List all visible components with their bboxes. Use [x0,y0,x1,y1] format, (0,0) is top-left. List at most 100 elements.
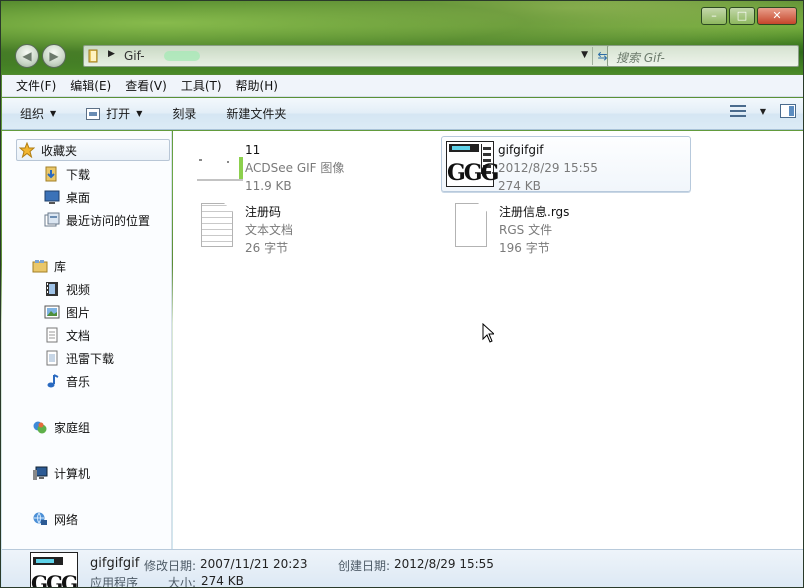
file-item-selected[interactable]: GGG gifgifgif 2012/8/29 15:55 274 KB [441,136,691,193]
menu-help[interactable]: 帮助(H) [236,77,278,94]
nav-favorites[interactable]: 收藏夹 [16,139,170,161]
address-bar[interactable]: ▶ Gif- ▼ ⇆ [83,45,615,67]
navigation-row: ◀ ▶ ▶ Gif- ▼ ⇆ 搜索 Gif- [15,43,799,69]
nav-thunder-downloads[interactable]: 迅雷下载 [2,347,172,369]
music-note-icon [44,373,60,389]
burn-button[interactable]: 刻录 [172,105,196,122]
navigation-pane: 收藏夹 下载 桌面 最近访问的位置 库 视频 图片 文档 迅雷下载 音乐 家庭组… [2,131,172,549]
explorer-window: – □ ✕ ◀ ▶ ▶ Gif- ▼ ⇆ 搜索 Gif- 文件(F) 编辑(E)… [0,0,804,588]
thunder-download-icon [44,350,60,366]
downloads-folder-icon [44,166,60,182]
open-label: 打开 [106,107,131,121]
nav-network[interactable]: 网络 [2,508,172,530]
maximize-button[interactable]: □ [729,7,755,25]
app-thumbnail: GGG [442,137,499,189]
recent-places-icon [44,212,60,228]
details-created-value: 2012/8/29 15:55 [394,557,494,571]
forward-button[interactable]: ▶ [42,44,66,68]
nav-recent[interactable]: 最近访问的位置 [2,209,172,231]
new-folder-button[interactable]: 新建文件夹 [226,105,286,122]
burn-label: 刻录 [172,107,197,121]
views-dropdown-icon[interactable]: ▼ [760,107,766,116]
breadcrumb-chevron-icon[interactable]: ▶ [108,49,115,59]
file-type: ACDSee GIF 图像 [245,161,345,175]
star-icon [18,141,36,159]
network-icon [32,511,48,527]
preview-pane-icon[interactable] [780,104,796,118]
menu-view[interactable]: 查看(V) [125,77,167,94]
file-date: 2012/8/29 15:55 [498,161,598,175]
menu-file[interactable]: 文件(F) [16,77,56,94]
menu-edit[interactable]: 编辑(E) [70,77,111,94]
open-button[interactable]: 打开 ▼ [86,105,142,122]
nav-computer[interactable]: 计算机 [2,462,172,484]
file-size: 11.9 KB [245,179,292,193]
nav-computer-label: 计算机 [54,466,91,481]
nav-network-label: 网络 [54,512,79,527]
gif-thumbnail [189,137,243,189]
menu-tools[interactable]: 工具(T) [181,77,222,94]
nav-desktop-label: 桌面 [66,190,91,205]
file-type: 文本文档 [245,223,294,237]
search-placeholder: 搜索 Gif- [616,51,665,65]
nav-music[interactable]: 音乐 [2,370,172,392]
close-button[interactable]: ✕ [757,7,797,25]
file-item[interactable]: 11 ACDSee GIF 图像 11.9 KB [189,137,409,193]
details-modified-value: 2007/11/21 20:23 [200,557,308,571]
text-document-icon [189,199,241,251]
redacted-path-segment [164,51,200,61]
back-button[interactable]: ◀ [15,44,39,68]
view-controls: ▼ [729,104,796,118]
minimize-button[interactable]: – [701,7,727,25]
file-name: 注册信息.rgs [499,205,570,219]
details-name: gifgifgif [90,556,140,571]
address-dropdown-icon[interactable]: ▼ [581,50,588,60]
nav-libraries[interactable]: 库 [2,255,172,277]
pictures-icon [44,304,60,320]
command-bar: 组织 ▼ 打开 ▼ 刻录 新建文件夹 ▼ [2,98,803,130]
nav-videos-label: 视频 [66,282,91,297]
nav-documents[interactable]: 文档 [2,324,172,346]
new-folder-label: 新建文件夹 [226,107,287,121]
nav-homegroup[interactable]: 家庭组 [2,416,172,438]
details-pane: GGG gifgifgif 修改日期: 2007/11/21 20:23 创建日… [2,549,803,588]
details-modified-label: 修改日期: [144,559,197,573]
open-icon [86,107,101,120]
change-view-icon[interactable] [729,104,746,118]
nav-music-label: 音乐 [66,374,91,389]
breadcrumb-current[interactable]: Gif- [124,49,145,63]
nav-recent-label: 最近访问的位置 [66,213,151,228]
file-size: 274 KB [498,179,541,193]
organize-button[interactable]: 组织 ▼ [20,105,56,122]
nav-homegroup-label: 家庭组 [54,420,91,435]
nav-desktop[interactable]: 桌面 [2,186,172,208]
file-size: 196 字节 [499,241,550,255]
nav-videos[interactable]: 视频 [2,278,172,300]
file-item[interactable]: 注册码 文本文档 26 字节 [189,199,409,255]
nav-pictures[interactable]: 图片 [2,301,172,323]
file-size: 26 字节 [245,241,289,255]
nav-libraries-label: 库 [54,259,67,274]
search-input[interactable]: 搜索 Gif- [607,45,799,67]
nav-documents-label: 文档 [66,328,91,343]
details-size-label: 大小: [168,576,197,588]
file-item[interactable]: 注册信息.rgs RGS 文件 196 字节 [443,199,683,255]
video-icon [44,281,60,297]
file-type: RGS 文件 [499,223,553,237]
details-size-value: 274 KB [201,574,244,588]
nav-downloads[interactable]: 下载 [2,163,172,185]
caption-buttons: – □ ✕ [701,7,797,25]
library-icon [32,258,48,274]
computer-icon [32,465,48,481]
blank-file-icon [443,199,495,251]
nav-downloads-label: 下载 [66,167,91,182]
details-kind: 应用程序 [90,576,139,588]
nav-favorites-label: 收藏夹 [41,143,78,158]
file-name: 注册码 [245,205,282,219]
file-name: 11 [245,143,261,157]
nav-thunder-downloads-label: 迅雷下载 [66,351,115,366]
desktop-icon [44,189,60,205]
documents-icon [44,327,60,343]
chevron-down-icon: ▼ [50,109,57,118]
details-created-label: 创建日期: [338,559,391,573]
